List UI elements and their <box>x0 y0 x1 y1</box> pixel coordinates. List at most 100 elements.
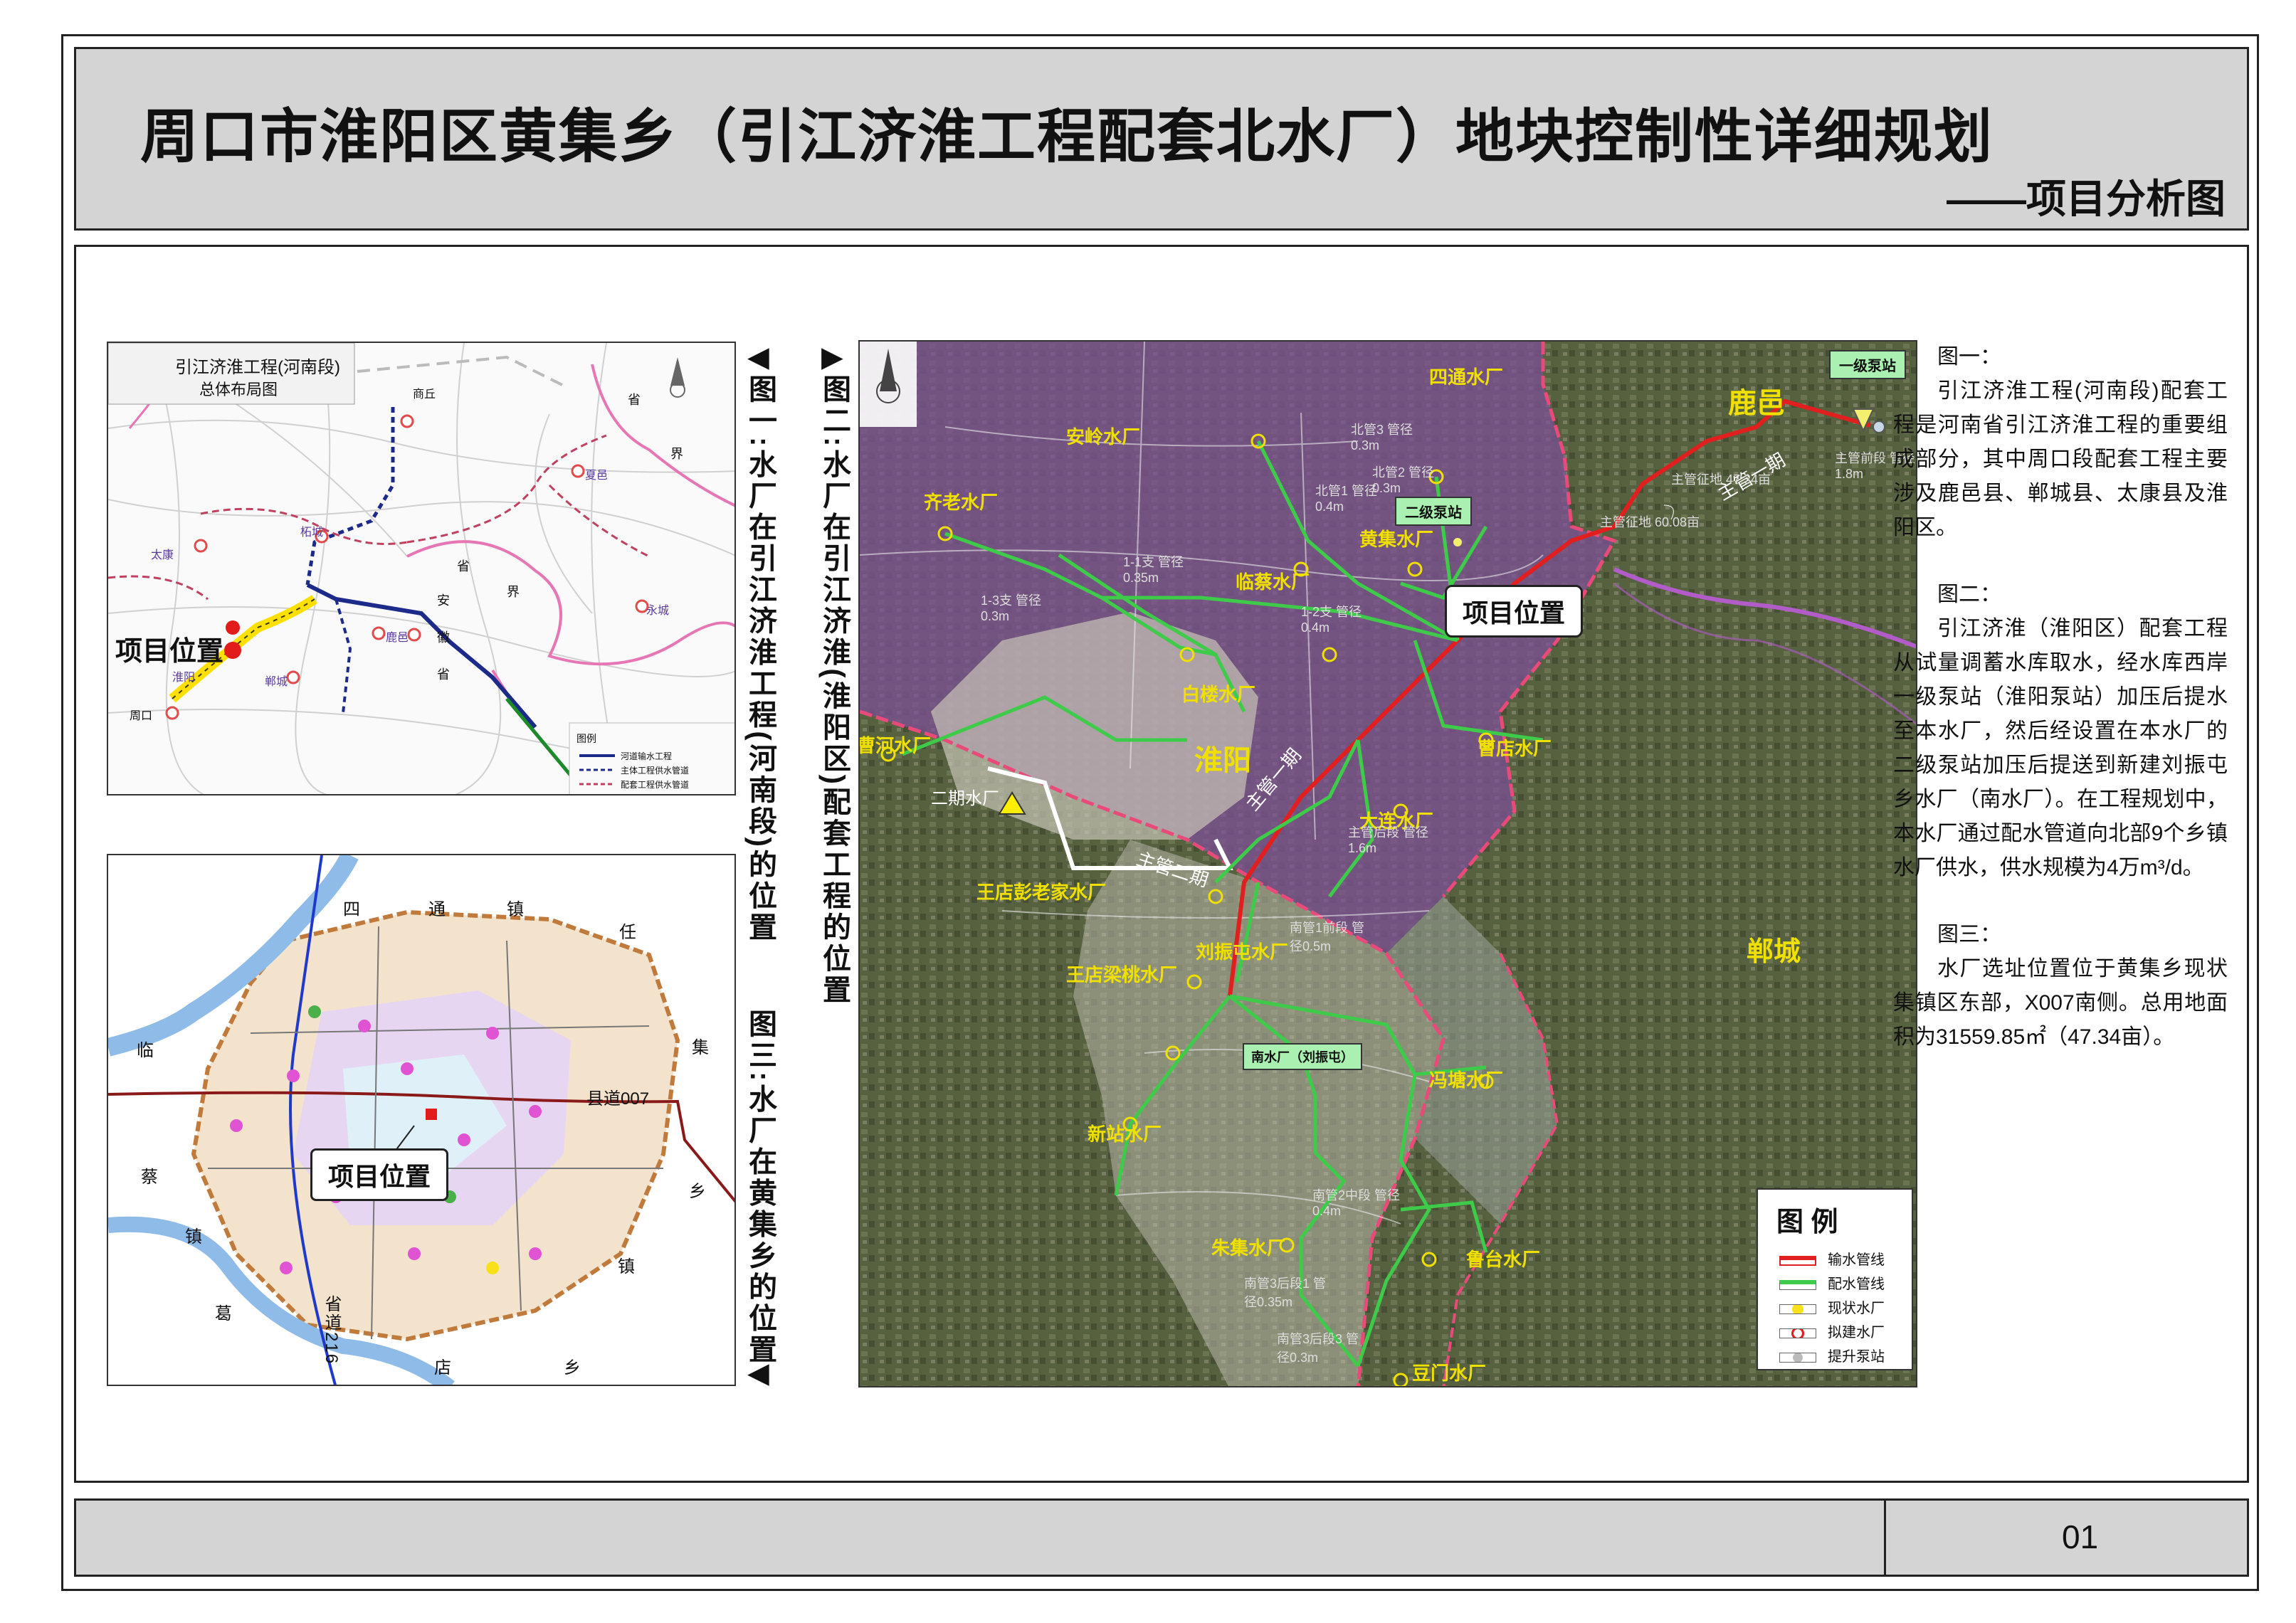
legend-label: 拟建水厂 <box>1828 1325 1885 1341</box>
figure1-title-line2: 总体布局图 <box>199 381 278 398</box>
pump-station-icon <box>1779 1352 1816 1363</box>
plant-label: 刘振屯水厂 <box>1196 941 1289 963</box>
page-number: 01 <box>2062 1518 2099 1555</box>
distribution-pipe-swatch <box>1779 1279 1816 1290</box>
figure3-char: 乡 <box>689 1182 706 1201</box>
figure3-char: 集 <box>692 1038 709 1057</box>
figure3-char: 任 <box>619 923 636 942</box>
description-panel: 图一： 引江济淮工程(河南段)配套工程是河南省引江济淮工程的重要组成部分，其中周口… <box>1893 340 2228 1087</box>
legend-label: 配水管线 <box>1828 1276 1885 1292</box>
figure1-city: 淮阳 <box>172 672 196 684</box>
plant-label: 白楼水厂 <box>1181 684 1256 705</box>
figure1-province-text: 徽 <box>437 630 450 645</box>
fig2-heading: 图二： <box>1937 583 2001 606</box>
fig1-heading: 图一： <box>1937 345 2001 369</box>
figure1-legend-item: 河道输水工程 <box>621 751 673 761</box>
title-bar: 周口市淮阳区黄集乡（引江济淮工程配套北水厂）地块控制性详细规划 ——项目分析图 <box>74 47 2249 231</box>
figure1-province-text: 省 <box>437 667 450 682</box>
figure1-map: 引江济淮工程(河南段) 总体布局图 项目位置 商丘 夏邑 柘城 太康 鹿邑 郸城… <box>107 342 736 795</box>
plant-label: 临蔡水厂 <box>1236 571 1310 593</box>
figure3-map: 项目位置 县道007 省道216 四 通 镇 任 集 乡 店 乡 镇 葛 镇 蔡… <box>107 854 736 1386</box>
pipe-label: 北管1 管径0.4m <box>1315 484 1378 514</box>
figure1-legend-item: 主体工程供水管道 <box>621 766 690 776</box>
figure1-location-label: 项目位置 <box>115 637 224 667</box>
pipe-label: 1-1支 管径0.35m <box>1123 555 1184 585</box>
figure1-legend-title: 图例 <box>576 733 596 744</box>
plant-label: 二期水厂 <box>931 789 999 808</box>
legend-label: 提升泵站 <box>1828 1349 1885 1365</box>
fig1-text: 引江济淮工程(河南段)配套工程是河南省引江济淮工程的重要组成部分，其中周口段配套… <box>1893 379 2228 539</box>
plant-label: 豆门水厂 <box>1412 1363 1487 1384</box>
page-title: 周口市淮阳区黄集乡（引江济淮工程配套北水厂）地块控制性详细规划 <box>140 105 1994 169</box>
figure3-char: 临 <box>137 1041 154 1060</box>
caption-arrow-icon: ◀ <box>747 342 769 373</box>
legend-label: 输水管线 <box>1828 1252 1885 1268</box>
legend-label: 现状水厂 <box>1828 1301 1885 1316</box>
legend-item: 配水管线 <box>1779 1272 1885 1293</box>
figure1-city: 夏邑 <box>585 470 609 482</box>
pipe-label: 南管3后段1 管径0.35m <box>1244 1276 1327 1309</box>
figure1-city: 郸城 <box>265 676 288 688</box>
plant-label: 曹河水厂 <box>858 735 932 756</box>
plant-label: 鲁台水厂 <box>1466 1249 1541 1270</box>
pipe-label: 南管3后段3 管径0.3m <box>1277 1332 1359 1365</box>
planned-plant-icon <box>1779 1328 1816 1338</box>
plant-label: 朱集水厂 <box>1211 1237 1286 1259</box>
fig3-text: 水厂选址位置位于黄集乡现状集镇区东部，X007南侧。总用地面积为31559.85… <box>1893 957 2228 1049</box>
figure3-road-label2: 省道216 <box>322 1295 341 1365</box>
pipe-label: 南管2中段 管径0.4m <box>1312 1188 1401 1218</box>
figure2-caption: 图二:水厂在引江济淮(淮阳区)配套工程的位置 <box>818 374 850 1006</box>
plant-label: 黄集水厂 <box>1359 529 1434 550</box>
legend-item: 现状水厂 <box>1779 1296 1885 1317</box>
county-label: 郸城 <box>1747 937 1801 967</box>
pump-station-2-label: 二级泵站 <box>1395 497 1472 526</box>
figure2-location-label: 项目位置 <box>1445 585 1584 638</box>
plant-label: 齐老水厂 <box>924 492 999 513</box>
pipe-label: 1-2支 管径0.4m <box>1301 605 1362 635</box>
pipe-label: 主管征地 60.08亩 <box>1600 515 1700 529</box>
figure1-province-text: 省 <box>457 559 470 573</box>
plant-label: 曹店水厂 <box>1478 738 1552 759</box>
figure1-province-text: 界 <box>670 447 683 461</box>
footer-bar: 01 <box>74 1498 2249 1577</box>
south-plant-label: 南水厂（刘振屯） <box>1243 1043 1362 1070</box>
figure1-city: 周口 <box>130 710 153 722</box>
figure3-char: 镇 <box>185 1227 202 1247</box>
fig3-heading: 图三： <box>1937 923 2001 946</box>
figure1-province-text: 安 <box>437 593 450 608</box>
plant-label: 新站水厂 <box>1088 1124 1162 1145</box>
caption-arrow-icon: ▶ <box>821 342 843 373</box>
figure3-char: 通 <box>428 900 446 919</box>
fig2-text: 引江济淮（淮阳区）配套工程从试量调蓄水库取水，经水库西岸一级泵站（淮阳泵站）加压… <box>1893 617 2228 879</box>
figure1-city: 商丘 <box>413 388 436 401</box>
figure3-location-label: 项目位置 <box>310 1148 449 1201</box>
existing-plant-icon <box>1779 1304 1816 1314</box>
legend-item: 输水管线 <box>1779 1248 1885 1269</box>
figure1-map-svg <box>108 343 734 794</box>
figure1-city: 永城 <box>646 605 670 617</box>
plant-label: 冯塘水厂 <box>1429 1069 1504 1091</box>
figure1-legend-item: 配套工程供水管道 <box>621 780 690 790</box>
figure3-char: 镇 <box>618 1257 635 1276</box>
figure2-legend: 图 例 输水管线 配水管线 现状水厂 拟建水厂 提升泵站 <box>1757 1188 1913 1370</box>
figure3-map-svg <box>108 855 734 1385</box>
plant-label: 安岭水厂 <box>1066 426 1141 448</box>
county-label: 淮阳 <box>1194 745 1251 776</box>
figure2-map: 一级泵站 二级泵站 项目位置 鹿邑 郸城 淮阳 南水厂（刘振屯） 主管一期 主管… <box>858 340 1917 1387</box>
figure3-char: 乡 <box>564 1358 581 1378</box>
legend-title: 图 例 <box>1776 1207 1838 1237</box>
county-label: 鹿邑 <box>1728 388 1785 419</box>
pipe-label: 主管征地 47.34亩 <box>1671 472 1771 487</box>
figure3-char: 蔡 <box>141 1168 158 1187</box>
figure1-province-text: 界 <box>507 585 520 599</box>
footer-divider <box>1884 1501 1886 1575</box>
plant-label: 四通水厂 <box>1429 366 1504 388</box>
figure3-road-label: 县道007 <box>586 1089 650 1109</box>
figure3-char: 店 <box>434 1358 451 1378</box>
pipe-label: 南管1前段 管径0.5m <box>1290 921 1365 953</box>
pipe-label: 主管后段 管径1.6m <box>1348 825 1429 855</box>
figure3-caption: 图三:水厂在黄集乡的位置 <box>744 1009 776 1366</box>
legend-item: 拟建水厂 <box>1779 1321 1885 1341</box>
pipe-label: 1-3支 管径0.3m <box>981 593 1042 623</box>
figure3-char: 四 <box>343 900 360 919</box>
